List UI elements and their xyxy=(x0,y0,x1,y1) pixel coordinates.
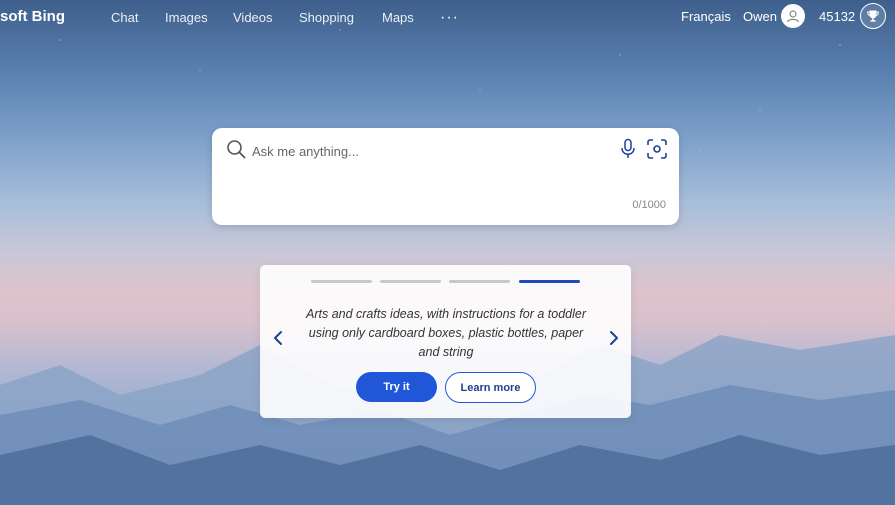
try-it-button[interactable]: Try it xyxy=(356,372,437,402)
carousel-indicator[interactable] xyxy=(311,280,372,283)
trophy-icon xyxy=(867,10,879,22)
carousel-indicator-active[interactable] xyxy=(519,280,580,283)
language-link[interactable]: Français xyxy=(681,9,731,24)
nav-images[interactable]: Images xyxy=(165,10,208,25)
microphone-icon[interactable] xyxy=(620,138,636,160)
learn-more-button[interactable]: Learn more xyxy=(445,372,536,403)
rewards-points[interactable]: 45132 xyxy=(819,9,855,24)
nav-maps[interactable]: Maps xyxy=(382,10,414,25)
chevron-right-icon[interactable] xyxy=(604,329,622,347)
carousel-indicator[interactable] xyxy=(449,280,510,283)
user-name[interactable]: Owen xyxy=(743,9,777,24)
bing-logo-text[interactable]: soft Bing xyxy=(0,8,65,25)
avatar[interactable] xyxy=(781,4,805,28)
user-icon xyxy=(786,10,800,23)
search-input[interactable] xyxy=(250,140,614,162)
nav-chat[interactable]: Chat xyxy=(111,10,138,25)
rewards-button[interactable] xyxy=(860,3,886,29)
nav-videos[interactable]: Videos xyxy=(233,10,273,25)
suggestion-text: Arts and crafts ideas, with instructions… xyxy=(306,307,586,359)
chevron-left-icon[interactable] xyxy=(270,329,288,347)
search-box: 0/1000 xyxy=(212,128,679,225)
character-counter: 0/1000 xyxy=(632,199,666,211)
search-icon xyxy=(227,140,246,159)
visual-search-icon[interactable] xyxy=(646,138,668,160)
carousel-indicator[interactable] xyxy=(380,280,441,283)
top-navigation-bar: soft Bing Chat Images Videos Shopping Ma… xyxy=(0,0,895,34)
suggestion-card: Arts and crafts ideas, with instructions… xyxy=(260,265,631,418)
more-menu-button[interactable]: ··· xyxy=(440,9,459,27)
nav-shopping[interactable]: Shopping xyxy=(299,10,354,25)
